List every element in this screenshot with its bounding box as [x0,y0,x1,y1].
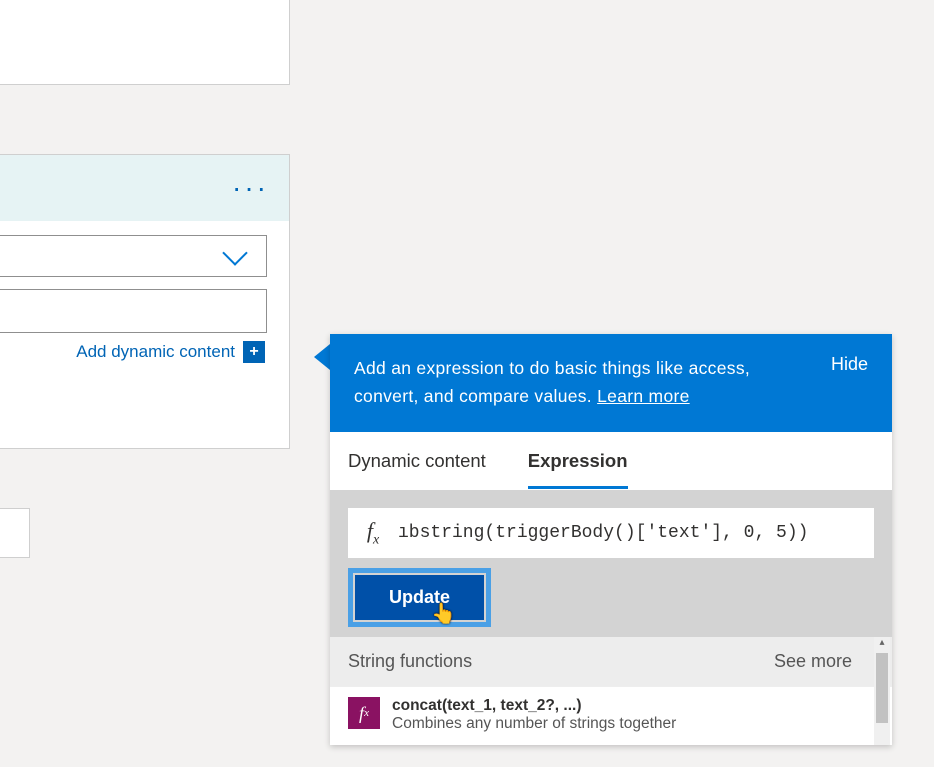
function-description: Combines any number of strings together [392,715,676,733]
action-card-next [0,508,30,558]
expression-header-line2: convert, and compare values. [354,386,592,406]
add-dynamic-content-row: Add dynamic content + [0,341,267,363]
dropdown-field[interactable] [0,235,267,277]
fx-icon: fx [348,518,398,548]
scroll-thumb[interactable] [876,653,888,723]
add-dynamic-content-icon[interactable]: + [243,341,265,363]
expression-header-text: Add an expression to do basic things lik… [354,354,750,410]
hide-button[interactable]: Hide [831,354,868,410]
fx-area: fx ıbstring(triggerBody()['text'], 0, 5)… [330,490,892,637]
function-signature: concat(text_1, text_2?, ...) [392,697,676,715]
callout-pointer [314,344,330,370]
action-card: ··· Add dynamic content + [0,154,290,449]
scroll-up-icon[interactable]: ▴ [874,637,890,653]
update-button[interactable]: Update [355,575,484,620]
fx-icon: fx [348,697,380,729]
update-highlight: Update 👆 [348,568,491,627]
update-row: Update 👆 [348,558,874,637]
see-more-link[interactable]: See more [774,651,852,672]
function-text: concat(text_1, text_2?, ...) Combines an… [392,697,676,733]
add-dynamic-content-link[interactable]: Add dynamic content [76,342,235,362]
scrollbar[interactable]: ▴ [874,637,890,745]
expression-tabs: Dynamic content Expression [330,432,892,490]
action-card-header: ··· [0,155,289,221]
chevron-down-icon [222,240,247,265]
expression-header-line1: Add an expression to do basic things lik… [354,358,750,378]
action-card-body: Add dynamic content + [0,221,289,377]
expression-input[interactable]: ıbstring(triggerBody()['text'], 0, 5)) [398,523,874,543]
tab-dynamic-content[interactable]: Dynamic content [348,450,486,489]
function-item-concat[interactable]: fx concat(text_1, text_2?, ...) Combines… [330,686,892,745]
learn-more-link[interactable]: Learn more [597,386,690,406]
functions-group-header: String functions See more [330,637,892,686]
fx-input-row: fx ıbstring(triggerBody()['text'], 0, 5)… [348,508,874,558]
action-card-previous [0,0,290,85]
tab-expression[interactable]: Expression [528,450,628,489]
expression-header: Add an expression to do basic things lik… [330,334,892,432]
text-input-field[interactable] [0,289,267,333]
string-functions-label: String functions [348,651,472,672]
expression-panel: Add an expression to do basic things lik… [330,334,892,745]
functions-list: String functions See more fx concat(text… [330,637,892,745]
